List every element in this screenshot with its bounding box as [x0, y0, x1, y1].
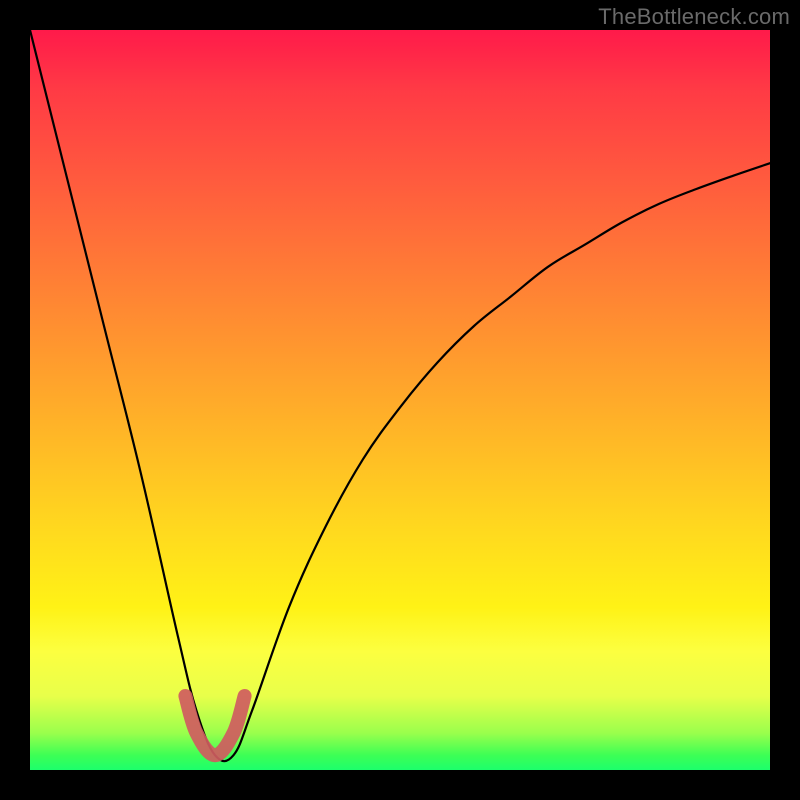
bottleneck-curve — [30, 30, 770, 761]
curve-svg — [30, 30, 770, 770]
plot-area — [30, 30, 770, 770]
optimal-highlight — [185, 696, 244, 755]
chart-frame: TheBottleneck.com — [0, 0, 800, 800]
watermark-text: TheBottleneck.com — [598, 4, 790, 30]
